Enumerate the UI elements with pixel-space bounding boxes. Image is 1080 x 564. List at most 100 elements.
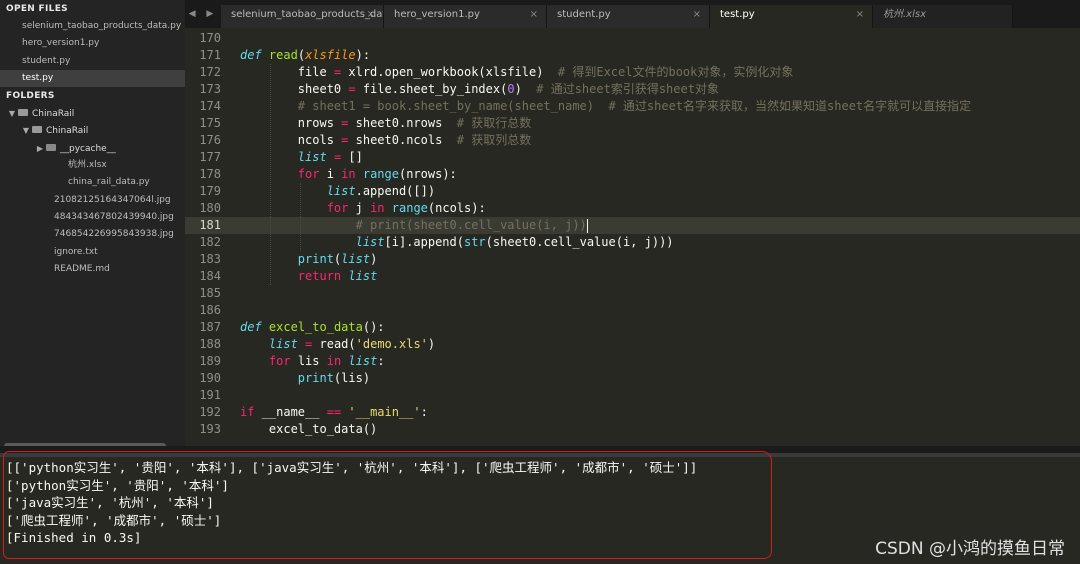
- file-item[interactable]: 杭州.xlsx: [0, 157, 185, 174]
- line-number: 170: [199, 31, 221, 45]
- code-text: for j in range(ncols):: [326, 201, 486, 215]
- chevron-down-icon[interactable]: ▼: [22, 122, 30, 139]
- code-text: nrows = sheet0.nrows # 获取行总数: [240, 116, 532, 130]
- output-line: ['爬虫工程师', '成都市', '硕士']: [6, 512, 222, 528]
- close-icon[interactable]: ×: [367, 5, 375, 25]
- folder-label: __pycache__: [60, 143, 116, 154]
- code-text: if __name__ == '__main__':: [240, 405, 428, 419]
- chevron-right-icon[interactable]: ▶: [36, 140, 44, 157]
- folder-item[interactable]: ▼ ChinaRail: [0, 122, 185, 139]
- code-line[interactable]: 177 list = []: [185, 149, 1080, 166]
- file-item[interactable]: china_rail_data.py: [0, 174, 185, 191]
- code-line[interactable]: 170: [185, 30, 1080, 47]
- text-cursor: [586, 218, 588, 233]
- file-item[interactable]: 21082125164347064l.jpg: [0, 192, 185, 209]
- code-line[interactable]: 189 for lis in list:: [185, 353, 1080, 370]
- line-number: 180: [199, 201, 221, 215]
- code-line[interactable]: 172 file = xlrd.open_workbook(xlsfile) #…: [185, 64, 1080, 81]
- code-line[interactable]: 182 list[i].append(str(sheet0.cell_value…: [185, 234, 1080, 251]
- open-file-item[interactable]: student.py: [0, 53, 185, 70]
- line-number: 191: [199, 388, 221, 402]
- code-line[interactable]: 179 list.append([]): [185, 183, 1080, 200]
- close-icon[interactable]: ×: [856, 5, 864, 25]
- open-file-label: selenium_taobao_products_data.py: [22, 21, 182, 31]
- tab-preview[interactable]: 杭州.xlsx: [873, 5, 1013, 28]
- code-line[interactable]: 188 list = read('demo.xls'): [185, 336, 1080, 353]
- tab[interactable]: selenium_taobao_products_data.py×: [221, 5, 384, 28]
- file-item[interactable]: 746854226995843938.jpg: [0, 226, 185, 243]
- file-label: 746854226995843938.jpg: [54, 229, 174, 240]
- watermark: CSDN @小鸿的摸鱼日常: [875, 539, 1065, 559]
- code-line[interactable]: 176 ncols = sheet0.ncols # 获取列总数: [185, 132, 1080, 149]
- code-line[interactable]: 186: [185, 302, 1080, 319]
- code-editor[interactable]: 170 171 def read(xlsfile): 172 file = xlrd.…: [185, 28, 1080, 453]
- code-text: sheet0 = file.sheet_by_index(0) # 通过shee…: [240, 82, 719, 96]
- folders-title: FOLDERS: [6, 91, 55, 102]
- output-line: ['java实习生', '杭州', '本科']: [6, 495, 214, 510]
- code-text: ncols = sheet0.ncols # 获取列总数: [240, 133, 532, 147]
- code-line[interactable]: 193 excel_to_data(): [185, 421, 1080, 438]
- code-text: def read(xlsfile):: [240, 48, 371, 62]
- tab[interactable]: student.py ×: [547, 5, 710, 28]
- line-number: 190: [199, 371, 221, 385]
- open-file-item[interactable]: hero_version1.py: [0, 35, 185, 52]
- code-text: print(lis): [297, 371, 371, 385]
- code-line[interactable]: 184 return list: [185, 268, 1080, 285]
- file-item[interactable]: ignore.txt: [0, 244, 185, 261]
- close-icon[interactable]: ×: [530, 5, 538, 25]
- line-number: 189: [199, 354, 221, 368]
- indent-guide: [270, 64, 271, 285]
- code-line[interactable]: 178 for i in range(nrows):: [185, 166, 1080, 183]
- folder-open-icon: [18, 109, 28, 117]
- code-text: list[i].append(str(sheet0.cell_value(i, …: [355, 235, 674, 249]
- tab-label: student.py: [557, 9, 611, 20]
- code-line[interactable]: 175 nrows = sheet0.nrows # 获取行总数: [185, 115, 1080, 132]
- code-line[interactable]: 187 def excel_to_data():: [185, 319, 1080, 336]
- folder-open-icon: [32, 126, 42, 134]
- line-number: 188: [199, 337, 221, 351]
- code-line[interactable]: 181 # print(sheet0.cell_value(i, j)): [185, 217, 1080, 234]
- tab-active[interactable]: test.py ×: [710, 5, 873, 28]
- open-file-item[interactable]: selenium_taobao_products_data.py: [0, 18, 185, 35]
- tab-nav-arrows[interactable]: ◀ ▶: [185, 0, 221, 28]
- line-number: 193: [199, 422, 221, 436]
- code-line[interactable]: 191: [185, 387, 1080, 404]
- file-label: ignore.txt: [54, 246, 98, 257]
- line-number: 172: [199, 65, 221, 79]
- tab-label: 杭州.xlsx: [883, 9, 927, 20]
- open-files-title: OPEN FILES: [6, 4, 68, 14]
- code-text: def excel_to_data():: [240, 320, 385, 334]
- code-line[interactable]: 192 if __name__ == '__main__':: [185, 404, 1080, 421]
- tab-label: selenium_taobao_products_data.py: [231, 9, 383, 20]
- close-icon[interactable]: ×: [693, 5, 701, 25]
- tab-label: test.py: [720, 9, 755, 20]
- output-panel-border: [0, 453, 1080, 457]
- open-file-label: test.py: [22, 72, 54, 83]
- code-line[interactable]: 171 def read(xlsfile):: [185, 47, 1080, 64]
- code-line[interactable]: 190 print(lis): [185, 370, 1080, 387]
- code-text: for lis in list:: [268, 354, 385, 368]
- chevron-down-icon[interactable]: ▼: [8, 105, 16, 122]
- code-text: # sheet1 = book.sheet_by_name(sheet_name…: [297, 99, 972, 113]
- file-item[interactable]: 484343467802439940.jpg: [0, 209, 185, 226]
- file-label: 484343467802439940.jpg: [54, 211, 174, 222]
- open-file-item-active[interactable]: test.py: [0, 69, 185, 88]
- line-number: 174: [199, 99, 221, 113]
- tab[interactable]: hero_version1.py ×: [384, 5, 547, 28]
- code-line[interactable]: 183 print(list): [185, 251, 1080, 268]
- folder-item[interactable]: ▶ __pycache__: [0, 140, 185, 157]
- folder-label: ChinaRail: [46, 126, 89, 137]
- line-number: 184: [199, 269, 221, 283]
- code-line[interactable]: 173 sheet0 = file.sheet_by_index(0) # 通过…: [185, 81, 1080, 98]
- file-item[interactable]: README.md: [0, 261, 185, 278]
- file-label: README.md: [54, 263, 110, 274]
- line-number: 187: [199, 320, 221, 334]
- code-line[interactable]: 180 for j in range(ncols):: [185, 200, 1080, 217]
- folder-item[interactable]: ▼ ChinaRail: [0, 105, 185, 122]
- code-line[interactable]: 185: [185, 285, 1080, 302]
- file-label: 杭州.xlsx: [68, 160, 107, 171]
- file-label: 21082125164347064l.jpg: [54, 194, 171, 205]
- output-line: [['python实习生', '贵阳', '本科'], ['java实习生', …: [6, 460, 698, 475]
- code-line[interactable]: 174 # sheet1 = book.sheet_by_name(sheet_…: [185, 98, 1080, 115]
- line-number: 175: [199, 116, 221, 130]
